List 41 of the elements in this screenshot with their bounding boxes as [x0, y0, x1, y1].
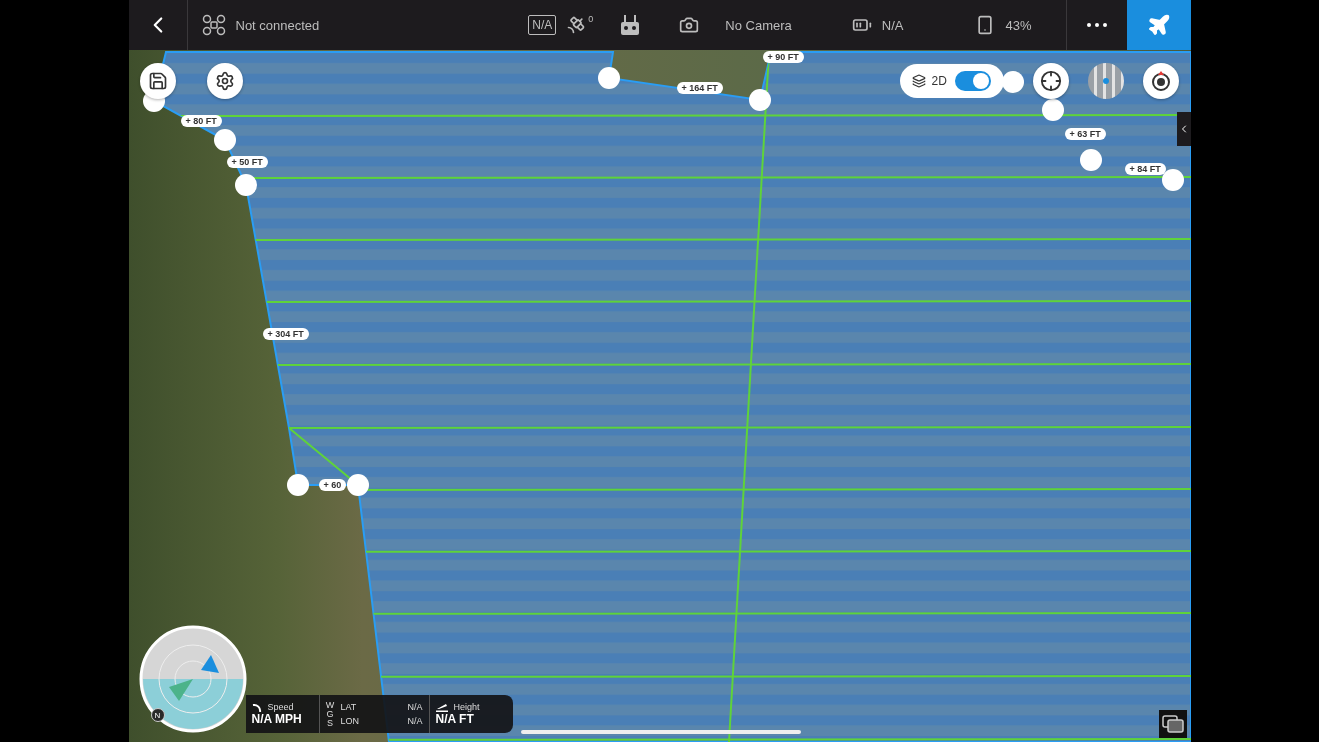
more-icon [1086, 23, 1107, 27]
latitude-value: N/A [407, 702, 423, 712]
distance-label: + 304 FT [262, 328, 309, 340]
latitude-label: LAT [340, 702, 357, 712]
distance-label: + 80 FT [180, 115, 222, 127]
windows-icon [1161, 715, 1184, 733]
plane-icon [1146, 13, 1171, 37]
satellite-count: 0 [588, 14, 594, 24]
remote-controller-icon [621, 15, 640, 35]
speed-label: Speed [267, 702, 294, 712]
camera-icon [679, 15, 700, 35]
distance-label: + 90 FT [762, 51, 804, 63]
satellite-icon [566, 15, 587, 35]
distance-label: + 50 FT [226, 156, 268, 168]
fly-button[interactable] [1126, 0, 1191, 50]
layers-icon [911, 74, 926, 88]
height-icon [435, 702, 448, 712]
coordinate-system-label: WGS [325, 700, 335, 728]
longitude-label: LON [340, 716, 359, 726]
device-battery-value: 43% [1005, 17, 1032, 33]
height-value: N/A FT [435, 712, 475, 726]
distance-label: + 63 FT [1064, 128, 1106, 140]
distance-label: + 60 [318, 479, 347, 491]
speed-icon [251, 702, 262, 712]
picture-in-picture-button[interactable] [1158, 710, 1187, 738]
distance-label: + 84 FT [1124, 163, 1166, 175]
map-mode-toggle[interactable] [954, 71, 991, 91]
height-label: Height [453, 702, 480, 712]
locate-icon [1039, 70, 1062, 92]
map-mode-label: 2D [931, 74, 947, 88]
signal-badge: N/A [528, 15, 557, 35]
speed-value: N/A MPH [251, 712, 303, 726]
longitude-value: N/A [407, 716, 423, 726]
north-pointer-icon [1149, 70, 1172, 92]
settings-icon [214, 71, 235, 91]
camera-status: No Camera [725, 17, 792, 33]
save-icon [147, 71, 168, 91]
connection-status: Not connected [235, 17, 320, 33]
aircraft-battery-value: N/A [881, 17, 904, 33]
drone-icon [201, 14, 226, 36]
distance-label: + 164 FT [676, 82, 723, 94]
